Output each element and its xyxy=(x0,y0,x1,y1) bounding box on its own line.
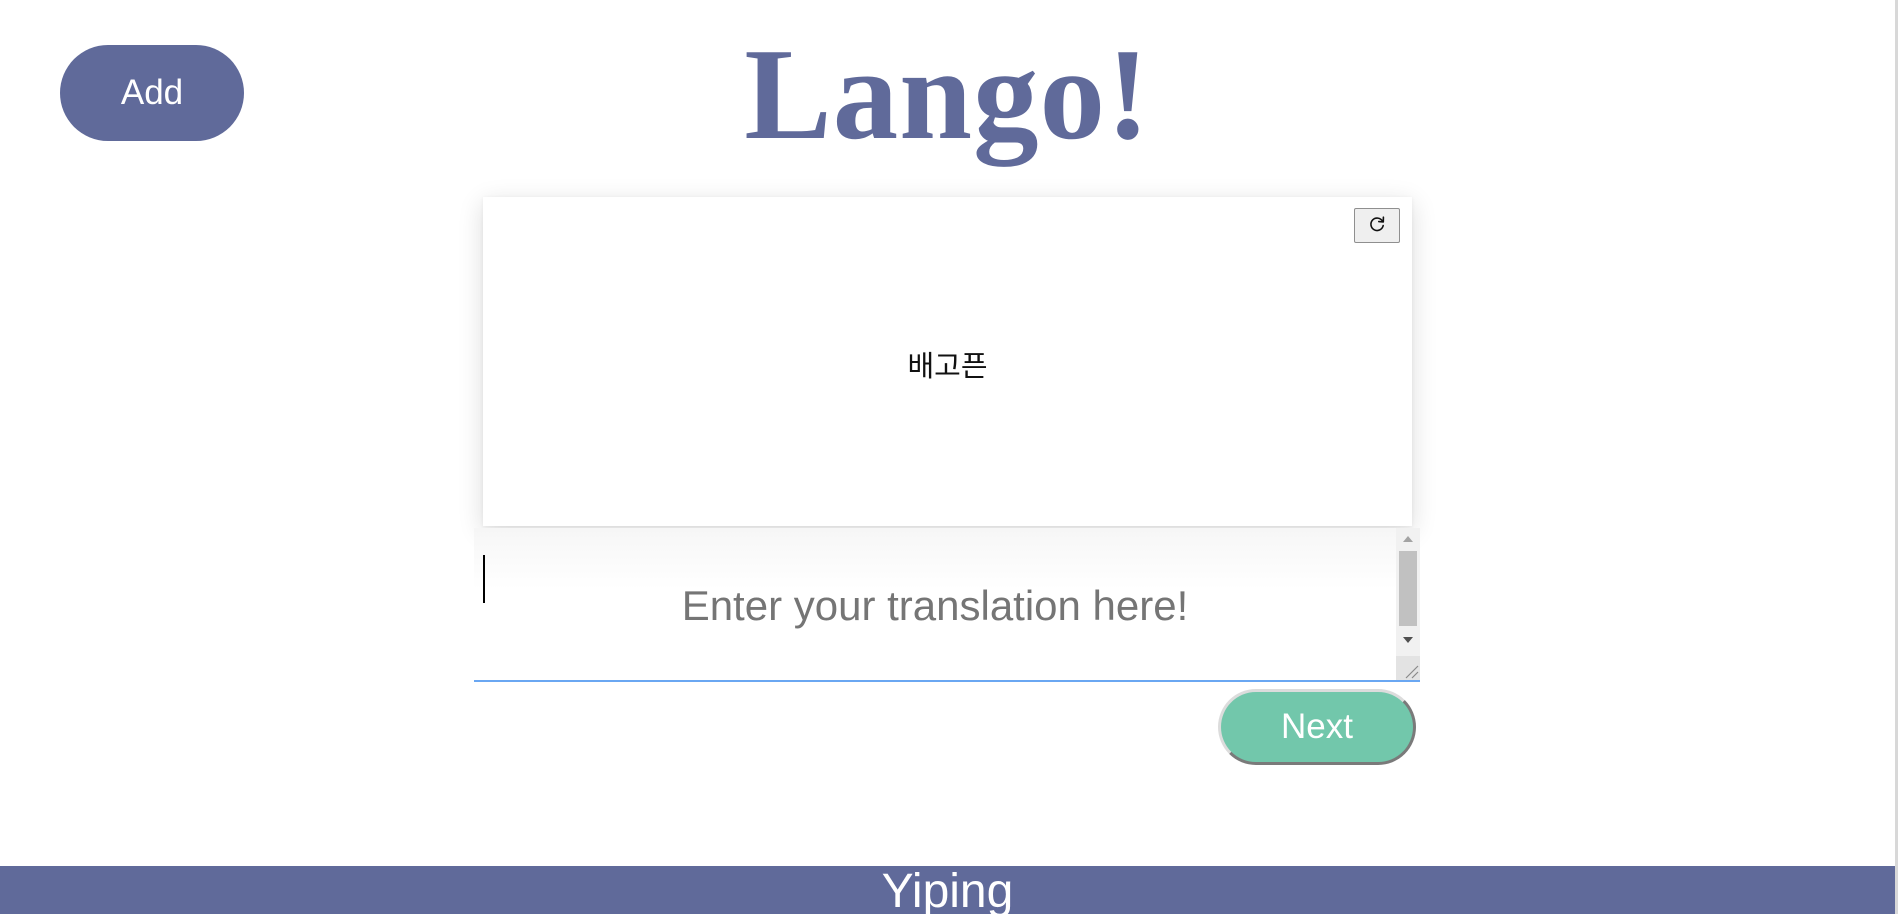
next-button[interactable]: Next xyxy=(1218,689,1416,765)
resize-grip-icon[interactable] xyxy=(1396,656,1420,680)
scroll-down-arrow-icon[interactable] xyxy=(1396,629,1420,651)
page-title: Lango! xyxy=(744,22,1151,167)
textarea-scrollbar[interactable] xyxy=(1396,528,1420,680)
translation-input[interactable] xyxy=(474,528,1396,680)
text-caret xyxy=(483,555,485,603)
scroll-up-arrow-icon[interactable] xyxy=(1396,528,1420,550)
card-word: 배고픈 xyxy=(907,348,988,383)
page: Add Lango! 배고픈 Enter your translation he… xyxy=(0,0,1898,914)
footer: Yiping xyxy=(0,866,1895,914)
footer-text: Yiping xyxy=(881,866,1014,914)
scroll-thumb[interactable] xyxy=(1399,551,1417,626)
flashcard: 배고픈 xyxy=(483,197,1412,526)
translation-field xyxy=(474,528,1420,682)
